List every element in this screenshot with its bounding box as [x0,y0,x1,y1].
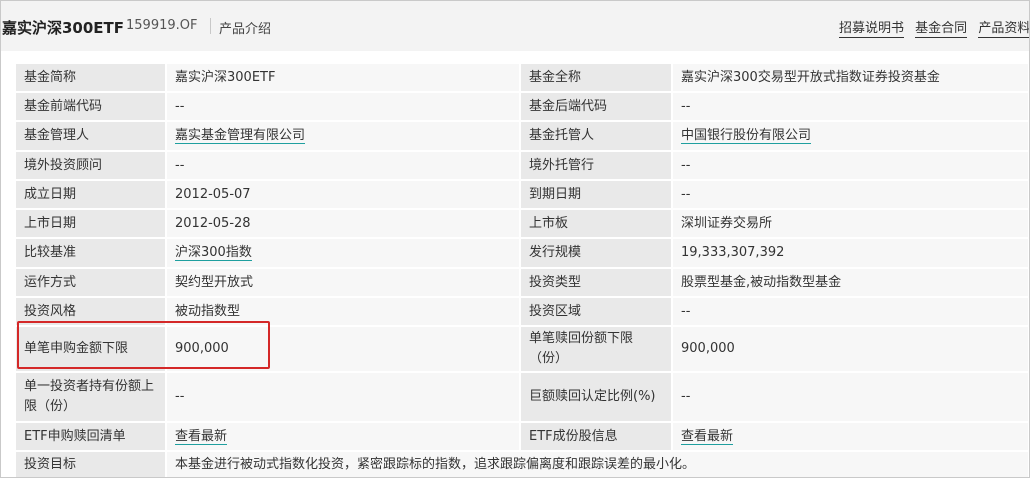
overseas-custodian-value: -- [672,151,1029,181]
front-end-code-value: -- [166,92,521,122]
overseas-advisor-value: -- [166,151,521,181]
investment-style-value: 被动指数型 [166,297,521,327]
inception-date-label: 成立日期 [16,180,167,210]
benchmark-label: 比较基准 [16,238,167,269]
etf-list-label: ETF申购赎回清单 [16,422,167,452]
table-row: 基金简称 嘉实沪深300ETF 基金全称 嘉实沪深300交易型开放式指数证券投资… [16,64,1029,93]
custodian-label: 基金托管人 [520,121,673,152]
fund-contract-link[interactable]: 基金合同 [915,21,968,38]
investment-type-label: 投资类型 [520,268,673,298]
etf-list-view-latest-link[interactable]: 查看最新 [175,428,228,445]
operation-mode-label: 运作方式 [16,268,167,298]
table-row: 上市日期 2012-05-28 上市板 深圳证券交易所 [16,209,1029,239]
fund-code: 159919.OF [126,18,198,33]
custodian-cell: 中国银行股份有限公司 [672,121,1029,152]
maturity-date-value: -- [672,180,1029,210]
overseas-custodian-label: 境外托管行 [520,151,673,181]
etf-constituents-view-latest-link[interactable]: 查看最新 [681,428,734,445]
table-row: 境外投资顾问 -- 境外托管行 -- [16,151,1029,181]
min-subscription-label: 单笔申购金额下限 [16,326,167,373]
back-end-code-value: -- [672,92,1029,122]
min-redemption-value: 900,000 [672,326,1029,373]
fund-short-name-value: 嘉实沪深300ETF [166,64,521,93]
back-end-code-label: 基金后端代码 [520,92,673,122]
fund-full-name-value: 嘉实沪深300交易型开放式指数证券投资基金 [672,64,1029,93]
benchmark-cell: 沪深300指数 [166,238,521,269]
table-row: 单一投资者持有份额上限（份） -- 巨额赎回认定比例(%) -- [16,372,1029,423]
front-end-code-label: 基金前端代码 [16,92,167,122]
table-row: 基金前端代码 -- 基金后端代码 -- [16,92,1029,122]
overseas-advisor-label: 境外投资顾问 [16,151,167,181]
prospectus-link[interactable]: 招募说明书 [839,21,905,38]
table-row: 单笔申购金额下限 900,000 单笔赎回份额下限（份） 900,000 [16,326,1029,373]
table-row: 成立日期 2012-05-07 到期日期 -- [16,180,1029,210]
investment-region-label: 投资区域 [520,297,673,327]
fund-manager-link[interactable]: 嘉实基金管理有限公司 [175,128,306,144]
header-divider [210,18,211,34]
min-redemption-label: 单笔赎回份额下限（份） [520,326,673,373]
fund-manager-label: 基金管理人 [16,121,167,152]
investment-objective-value: 本基金进行被动式指数化投资，紧密跟踪标的指数，追求跟踪偏离度和跟踪误差的最小化。 [166,451,1029,477]
listing-board-label: 上市板 [520,209,673,239]
table-row: 基金管理人 嘉实基金管理有限公司 基金托管人 中国银行股份有限公司 [16,121,1029,152]
operation-mode-value: 契约型开放式 [166,268,521,298]
investment-region-value: -- [672,297,1029,327]
product-intro-tab[interactable]: 产品介绍 [219,18,271,37]
large-redemption-ratio-value: -- [672,372,1029,423]
table-row: 投资目标 本基金进行被动式指数化投资，紧密跟踪标的指数，追求跟踪偏离度和跟踪误差… [16,451,1029,477]
large-redemption-ratio-label: 巨额赎回认定比例(%) [520,372,673,423]
min-subscription-value: 900,000 [166,326,521,373]
table-row: 比较基准 沪深300指数 发行规模 19,333,307,392 [16,238,1029,269]
listing-date-value: 2012-05-28 [166,209,521,239]
etf-list-cell: 查看最新 [166,422,521,452]
inception-date-value: 2012-05-07 [166,180,521,210]
fund-info-table: 基金简称 嘉实沪深300ETF 基金全称 嘉实沪深300交易型开放式指数证券投资… [16,64,1029,477]
fund-name: 嘉实沪深300ETF [2,19,125,37]
etf-constituents-cell: 查看最新 [672,422,1029,452]
table-row: ETF申购赎回清单 查看最新 ETF成份股信息 查看最新 [16,422,1029,452]
max-holding-value: -- [166,372,521,423]
document-links: 招募说明书 基金合同 产品资料 [839,17,1029,38]
fund-manager-cell: 嘉实基金管理有限公司 [166,121,521,152]
fund-profile-panel: 嘉实沪深300ETF 159919.OF 产品介绍 招募说明书 基金合同 产品资… [0,0,1030,478]
fund-full-name-label: 基金全称 [520,64,673,93]
maturity-date-label: 到期日期 [520,180,673,210]
benchmark-link[interactable]: 沪深300指数 [175,245,252,261]
investment-type-value: 股票型基金,被动指数型基金 [672,268,1029,298]
table-row: 投资风格 被动指数型 投资区域 -- [16,297,1029,327]
panel-header: 嘉实沪深300ETF 159919.OF 产品介绍 招募说明书 基金合同 产品资… [1,1,1029,51]
fund-short-name-label: 基金简称 [16,64,167,93]
issue-size-label: 发行规模 [520,238,673,269]
product-materials-link[interactable]: 产品资料 [978,21,1029,38]
investment-style-label: 投资风格 [16,297,167,327]
listing-date-label: 上市日期 [16,209,167,239]
listing-board-value: 深圳证券交易所 [672,209,1029,239]
custodian-link[interactable]: 中国银行股份有限公司 [681,128,812,144]
table-row: 运作方式 契约型开放式 投资类型 股票型基金,被动指数型基金 [16,268,1029,298]
etf-constituents-label: ETF成份股信息 [520,422,673,452]
investment-objective-label: 投资目标 [16,451,167,477]
issue-size-value: 19,333,307,392 [672,238,1029,269]
max-holding-label: 单一投资者持有份额上限（份） [16,372,167,423]
